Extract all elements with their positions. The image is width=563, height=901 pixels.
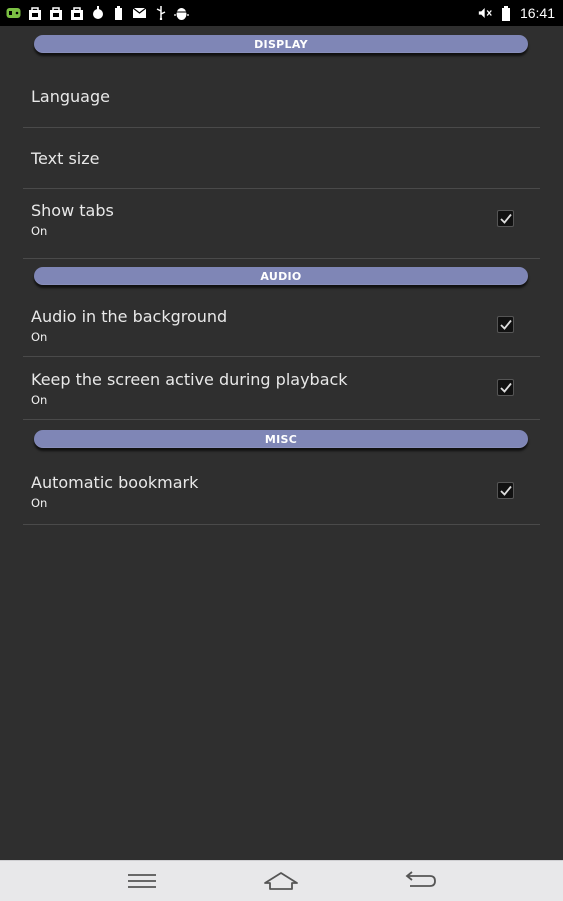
pref-audio-background[interactable]: Audio in the background On <box>23 297 540 357</box>
pref-text-size[interactable]: Text size <box>23 128 540 189</box>
pref-summary: On <box>31 224 48 238</box>
pref-summary: On <box>31 393 48 407</box>
pref-title: Text size <box>31 149 100 168</box>
section-title-display: DISPLAY <box>34 35 528 53</box>
pref-title: Keep the screen active during playback <box>31 370 348 389</box>
automatic-bookmark-checkbox[interactable] <box>497 482 514 499</box>
section-header-display: DISPLAY <box>0 26 563 64</box>
audio-background-checkbox[interactable] <box>497 316 514 333</box>
status-bar: 16:41 <box>0 0 563 26</box>
usb-icon <box>153 6 168 21</box>
pref-summary: On <box>31 330 48 344</box>
checkmark-icon <box>499 319 512 330</box>
store-bag-icon <box>48 6 63 21</box>
section-title-audio: AUDIO <box>34 267 528 285</box>
section-header-misc: MISC <box>0 420 563 458</box>
pref-title: Show tabs <box>31 201 114 220</box>
home-icon[interactable] <box>261 869 301 893</box>
pref-show-tabs[interactable]: Show tabs On <box>23 189 540 259</box>
checkmark-icon <box>499 213 512 224</box>
pref-language[interactable]: Language <box>23 64 540 128</box>
clock: 16:41 <box>519 5 555 21</box>
mail-icon <box>132 6 147 21</box>
settings-list: DISPLAY Language Text size Show tabs On … <box>0 26 563 525</box>
section-header-audio: AUDIO <box>0 259 563 297</box>
checkmark-icon <box>499 485 512 496</box>
bulb-icon <box>90 6 105 21</box>
keep-screen-active-checkbox[interactable] <box>497 379 514 396</box>
battery-icon <box>499 6 514 21</box>
menu-icon[interactable] <box>122 869 162 893</box>
back-icon[interactable] <box>400 869 440 893</box>
battery-small-icon <box>111 6 126 21</box>
navigation-bar <box>0 860 563 901</box>
mute-volume-icon <box>478 6 493 21</box>
show-tabs-checkbox[interactable] <box>497 210 514 227</box>
store-bag-icon <box>27 6 42 21</box>
checkmark-icon <box>499 382 512 393</box>
pref-summary: On <box>31 496 48 510</box>
notification-icons <box>0 6 189 21</box>
section-title-misc: MISC <box>34 430 528 448</box>
pref-title: Audio in the background <box>31 307 228 326</box>
store-bag-icon <box>69 6 84 21</box>
pref-title: Language <box>31 87 110 106</box>
pref-title: Automatic bookmark <box>31 473 199 492</box>
pref-automatic-bookmark[interactable]: Automatic bookmark On <box>23 458 540 525</box>
pref-keep-screen-active[interactable]: Keep the screen active during playback O… <box>23 357 540 420</box>
game-controller-icon <box>6 6 21 21</box>
android-debug-icon <box>174 6 189 21</box>
